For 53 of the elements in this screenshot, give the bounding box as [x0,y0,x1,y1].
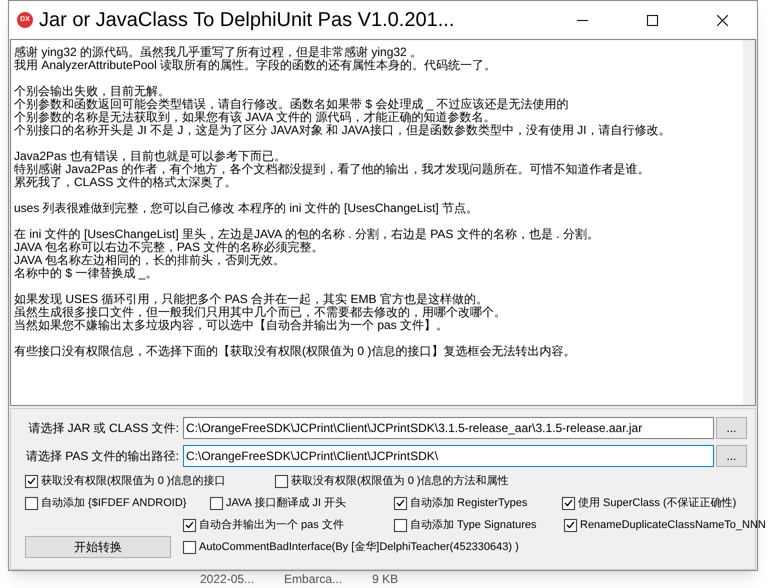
note-line: 特别感谢 Java2Pas 的作者，有个地方，各个文档都没提到，看了他的输出，我才发现问题所在。可惜不知道作者是谁。 [14,163,650,176]
checkbox-label[interactable]: 自动添加 {$IFDEF ANDROID} [41,494,186,512]
checkbox[interactable] [210,496,223,510]
browse-button[interactable]: ... [716,445,747,467]
scrollbar[interactable] [743,40,755,405]
note-line: Java2Pas 也有错误，目前也就是可以参考下而已。 [14,150,288,163]
checkbox[interactable] [25,496,38,510]
notes-text-area[interactable] [10,39,756,406]
window-title: Jar or JavaClass To DelphiUnit Pas V1.0.201... [39,8,454,33]
note-line: 在 ini 文件的 [UsesChangeList] 里头，左边是JAVA 的包的名称 . 分割，右边是 PAS 文件的名称，也是 . 分割。 [14,228,600,241]
note-line: 个别参数的名称是无法获取到，如果您有该 JAVA 文件的 源代码，才能正确的知道参数名。 [14,111,497,124]
browse-button[interactable]: ... [716,417,747,439]
note-line: uses 列表很难做到完整，您可以自己修改 本程序的 ini 文件的 [UsesChangeList] 节点。 [14,202,480,215]
path-input[interactable]: C:\OrangeFreeSDK\JCPrint\Client\JCPrintSDK\3.1.5-release_aar\3.1.5-release.aar.jar [183,417,714,439]
background-file-text: 2022-05... [200,572,254,586]
note-line: 当然如果您不嫌输出太多垃圾内容，可以选中【自动合并输出为一个 pas 文件】。 [14,319,450,332]
note-line: 个别会输出失败，目前无解。 [14,85,171,98]
checkbox-label[interactable]: 获取没有权限(权限值为 0 )信息的方法和属性 [291,472,509,490]
note-line: 个别接口的名称开头是 JI 不是 J，这是为了区分 JAVA对象 和 JAVA接口，但是函数参数类型中，没有使用 JI，请自行修改。 [14,124,672,137]
checkbox[interactable] [394,496,407,510]
start-button[interactable]: 开始转换 [25,536,171,558]
checkbox[interactable] [183,540,196,554]
checkbox-label[interactable]: AutoCommentBadInterface(By [金华]DelphiTeacher(452330643) ) [199,538,519,556]
background-file-text: 9 KB [372,572,398,586]
maximize-icon [646,14,658,26]
note-line: 感谢 ying32 的源代码。虽然我几乎重写了所有过程，但是非常感谢 ying32 。 [14,46,424,59]
note-line: JAVA 包名称可以右边不完整，PAS 文件的名称必须完整。 [14,241,324,254]
checkbox-label[interactable]: JAVA 接口翻译成 JI 开头 [226,494,346,512]
field-label: 请选择 JAR 或 CLASS 文件: [27,420,180,437]
note-line: 我用 AnalyzerAttributePool 读取所有的属性。字段的函数的还有属性本身的。代码统一了。 [14,59,498,72]
checkbox-label[interactable]: 获取没有权限(权限值为 0 )信息的接口 [41,472,226,490]
checkbox-label[interactable]: 使用 SuperClass (不保证正确性) [578,494,736,512]
checkbox-label[interactable]: 自动添加 Type Signatures [410,516,537,534]
note-line: 累死我了，CLASS 文件的格式太深奥了。 [14,176,238,189]
checkbox[interactable] [394,518,407,532]
note-line: JAVA 包名称左边相同的，长的排前头，否则无效。 [14,254,286,267]
path-input[interactable]: C:\OrangeFreeSDK\JCPrint\Client\JCPrintSDK\ [183,445,714,467]
checkbox[interactable] [183,518,196,532]
note-line: 有些接口没有权限信息，不选择下面的【获取没有权限(权限值为 0 )信息的接口】复选框会无法转出内容。 [14,345,576,358]
note-line: 个别参数和函数返回可能会类型错误，请自行修改。函数名如果带 $ 会处理成 _ 不过应该还是无法使用的 [14,98,570,111]
note-line: 名称中的 $ 一律替换成 _。 [14,267,158,280]
note-line: 如果发现 USES 循环引用，只能把多个 PAS 合并在一起，其实 EMB 官方也是这样做的。 [14,293,489,306]
checkbox-label[interactable]: RenameDuplicateClassNameTo_NNN [580,516,766,534]
checkbox[interactable] [25,474,38,488]
background-file-text: Embarca... [284,572,342,586]
checkbox[interactable] [275,474,288,488]
checkbox-label[interactable]: 自动添加 RegisterTypes [410,494,528,512]
checkbox-label[interactable]: 自动合并输出为一个 pas 文件 [199,516,344,534]
field-label: 请选择 PAS 文件的输出路径: [25,448,180,465]
close-icon [716,14,728,26]
checkbox[interactable] [564,518,577,532]
note-line: 虽然生成很多接口文件，但一般我们只用其中几个而已，不需要都去修改的，用哪个改哪个。 [14,306,507,319]
checkbox[interactable] [562,496,575,510]
